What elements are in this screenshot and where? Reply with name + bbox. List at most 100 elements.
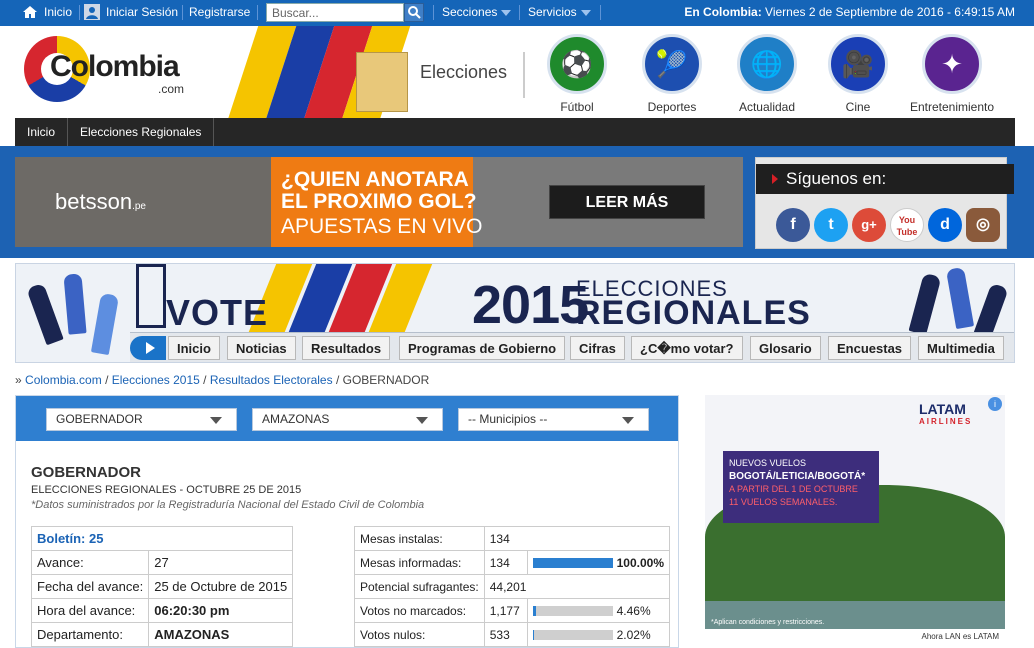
emenu-encuestas[interactable]: Encuestas [828,336,912,360]
ad-message: NUEVOS VUELOS BOGOTÁ/LETICIA/BOGOTÁ* A P… [723,451,879,523]
latam-ad[interactable]: i LATAM AIRLINES NUEVOS VUELOS BOGOTÁ/LET… [705,395,1005,645]
elections-banner: VOTE 2015 ELECCIONES REGIONALES Inicio N… [15,263,1015,363]
emenu-noticias[interactable]: Noticias [227,336,296,360]
chevron-down-icon [501,9,512,16]
progress-bar [532,558,613,569]
login-link[interactable]: Iniciar Sesión [106,5,178,19]
office-select[interactable]: GOBERNADOR [46,408,237,431]
search-icon [408,6,421,19]
divider [79,5,80,20]
chevron-down-icon [622,417,634,424]
results-panel: GOBERNADOR AMAZONAS -- Municipios -- GOB… [15,395,679,648]
chevron-down-icon [210,417,222,424]
secciones-menu[interactable]: Secciones [442,5,512,19]
site-header: Colombia .com Elecciones ⚽ Fútbol 🎾 Depo… [0,26,1034,118]
follow-title: Síguenos en: [756,164,1014,194]
department-select[interactable]: AMAZONAS [252,408,443,431]
facebook-icon[interactable]: f [776,208,810,242]
ballot-box-icon [356,52,408,112]
read-more-button[interactable]: LEER MÁS [549,185,705,219]
results-subtitle: ELECCIONES REGIONALES - OCTUBRE 25 DE 20… [31,484,302,496]
table-row: Mesas instalas: 134 [354,526,671,551]
main-nav: Inicio Elecciones Regionales [15,118,1015,146]
results-note: *Datos suministrados por la Registradurí… [31,499,425,511]
search-input[interactable]: Buscar... [266,3,404,22]
home-link[interactable]: Inicio [44,5,72,19]
crumb-resultados[interactable]: Resultados Electorales [210,373,333,387]
instagram-icon[interactable]: ◎ [966,208,1000,242]
ad-headline: ¿QUIEN ANOTARA EL PROXIMO GOL? [281,168,477,213]
filters-bar: GOBERNADOR AMAZONAS -- Municipios -- [16,396,678,441]
section-title: Elecciones [420,62,508,82]
divider [519,5,520,20]
emenu-como-votar[interactable]: ¿C�mo votar? [631,336,743,360]
dailymotion-icon[interactable]: d [928,208,962,242]
emenu-programas[interactable]: Programas de Gobierno [399,336,566,360]
category-deportes[interactable]: 🎾 Deportes [627,34,717,114]
elections-menu: Inicio Noticias Resultados Programas de … [130,332,1014,362]
progress-bar [532,606,613,617]
latam-logo: LATAM AIRLINES [919,401,973,426]
emenu-cifras[interactable]: Cifras [570,336,625,360]
hand-decoration [908,272,942,336]
google-plus-icon[interactable]: g+ [852,208,886,242]
river-image [705,601,1005,631]
play-icon[interactable] [130,336,166,360]
banner-year: 2015 [472,275,589,335]
divider [433,5,434,20]
search-button[interactable] [404,3,424,22]
globe-icon: 🌐 [737,34,797,94]
category-futbol[interactable]: ⚽ Fútbol [532,34,622,114]
table-row: Boletín: 25 [30,526,294,551]
chevron-down-icon [416,417,428,424]
table-row: Avance: 27 [30,550,294,575]
ad-fine-print: *Aplican condiciones y restricciones. [711,619,825,626]
municipality-select[interactable]: -- Municipios -- [458,408,649,431]
category-entretenimiento[interactable]: ✦ Entretenimiento [907,34,997,114]
tennis-icon: 🎾 [642,34,702,94]
vote-text: VOTE [166,292,269,333]
home-icon[interactable] [22,4,38,20]
table-row: Votos nulos: 533 2.02% [354,622,671,647]
divider [523,52,525,98]
results-title: GOBERNADOR [31,464,142,481]
category-actualidad[interactable]: 🌐 Actualidad [722,34,812,114]
progress-bar [532,630,613,641]
crumb-elecciones-2015[interactable]: Elecciones 2015 [112,373,200,387]
youtube-icon[interactable]: You Tube [890,208,924,242]
logo-text[interactable]: Colombia [50,50,180,84]
ad-footer: Ahora LAN es LATAM [705,629,1005,645]
follow-us-panel: Síguenos en: f t g+ You Tube d ◎ [755,157,1014,249]
bulletin-table: Boletín: 25 Avance: 27 Fecha del avance: 2… [30,526,294,647]
table-row: Potencial sufragantes: 44,201 [354,574,671,599]
banner-title-bottom: REGIONALES [576,294,811,332]
checkbox-decoration [136,264,166,328]
user-icon[interactable] [84,4,100,20]
hand-decoration [63,273,87,335]
current-datetime: En Colombia: Viernes 2 de Septiembre de … [684,5,1015,19]
hand-decoration [90,292,120,356]
emenu-resultados[interactable]: Resultados [302,336,391,360]
ad-info-icon[interactable]: i [988,397,1002,411]
category-cine[interactable]: 🎥 Cine [813,34,903,114]
twitter-icon[interactable]: t [814,208,848,242]
servicios-menu[interactable]: Servicios [528,5,591,19]
table-row: Mesas informadas: 134 100.00% [354,550,671,575]
emenu-glosario[interactable]: Glosario [750,336,821,360]
emenu-inicio[interactable]: Inicio [168,336,220,360]
crumb-current: GOBERNADOR [342,373,430,387]
breadcrumb: » Colombia.com / Elecciones 2015 / Resul… [15,373,430,387]
register-link[interactable]: Registrarse [189,5,250,19]
divider [257,5,258,20]
ad-subline: APUESTAS EN VIVO [281,215,483,238]
betsson-ad[interactable]: betsson.pe ¿QUIEN ANOTARA EL PROXIMO GOL… [15,157,743,247]
crumb-colombia[interactable]: Colombia.com [25,373,102,387]
nav-inicio[interactable]: Inicio [15,118,69,146]
emenu-multimedia[interactable]: Multimedia [918,336,1004,360]
stats-table: Mesas instalas: 134 Mesas informadas: 134 … [354,526,671,647]
top-bar: Inicio Iniciar Sesión Registrarse Buscar… [0,0,1034,26]
divider [182,5,183,20]
table-row: Departamento: AMAZONAS [30,622,294,647]
nav-elecciones-regionales[interactable]: Elecciones Regionales [68,118,215,146]
ad-brand: betsson.pe [55,189,146,214]
